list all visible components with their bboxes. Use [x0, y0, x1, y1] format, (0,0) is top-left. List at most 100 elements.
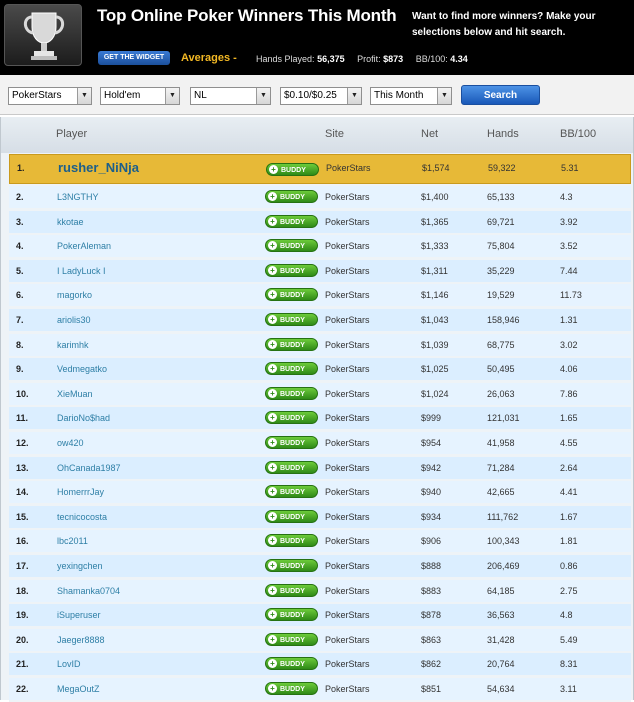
table-row[interactable]: 20. Jaeger8888 + BUDDY PokerStars $863 31,428 5…: [9, 628, 631, 653]
table-row[interactable]: 13. OhCanada1987 + BUDDY PokerStars $942 71,28…: [9, 456, 631, 481]
row-bb100: 1.81: [560, 536, 578, 547]
add-buddy-button[interactable]: + BUDDY: [265, 239, 318, 253]
player-name-link[interactable]: Vedmegatko: [57, 364, 107, 374]
add-buddy-button[interactable]: + BUDDY: [265, 313, 318, 326]
column-hands[interactable]: Hands: [487, 128, 519, 140]
player-name-link[interactable]: HomerrrJay: [57, 487, 104, 497]
table-row[interactable]: 5. I LadyLuck I + BUDDY PokerStars $1,311 35,2…: [9, 259, 631, 284]
player-name-link[interactable]: kkotae: [57, 217, 84, 227]
row-rank: 15.: [16, 511, 29, 522]
add-buddy-button[interactable]: + BUDDY: [265, 411, 318, 425]
row-bb100: 8.31: [560, 659, 578, 670]
table-row[interactable]: 11. DarioNo$had + BUDDY PokerStars $999 121,03…: [9, 407, 631, 432]
add-buddy-button[interactable]: + BUDDY: [265, 608, 318, 622]
buddy-label: BUDDY: [280, 489, 305, 497]
add-buddy-button[interactable]: + BUDDY: [265, 682, 318, 695]
column-net[interactable]: Net: [421, 128, 438, 140]
player-name-link[interactable]: LovID: [57, 659, 81, 669]
table-row[interactable]: 4. PokerAleman + BUDDY PokerStars $1,333 75,80…: [9, 235, 631, 260]
add-buddy-button[interactable]: + BUDDY: [265, 632, 318, 646]
add-buddy-button[interactable]: + BUDDY: [265, 337, 318, 351]
table-row[interactable]: 9. Vedmegatko + BUDDY PokerStars $1,025 50,495…: [9, 358, 631, 383]
column-site[interactable]: Site: [325, 128, 344, 140]
row-site: PokerStars: [325, 265, 370, 276]
table-row[interactable]: 8. karimhk + BUDDY PokerStars $1,039 68,775 3.0…: [9, 333, 631, 358]
site-select[interactable]: PokerStars ▼: [8, 87, 92, 105]
table-row[interactable]: 2. L3NGTHY + BUDDY PokerStars $1,400 65,133 4.3: [9, 186, 631, 210]
add-buddy-button[interactable]: + BUDDY: [266, 163, 319, 176]
table-row[interactable]: 17. yexingchen + BUDDY PokerStars $888 206,469…: [9, 555, 631, 579]
player-name-link[interactable]: ariolis30: [57, 315, 91, 325]
player-name-link[interactable]: MegaOutZ: [57, 684, 100, 694]
player-name-link[interactable]: magorko: [57, 290, 92, 300]
player-name-link[interactable]: yexingchen: [57, 561, 103, 571]
add-buddy-button[interactable]: + BUDDY: [265, 460, 318, 474]
table-row[interactable]: 10. XieMuan + BUDDY PokerStars $1,024 26,063 7.…: [9, 382, 631, 407]
table-row[interactable]: 19. iSuperuser + BUDDY PokerStars $878 36,563 4…: [9, 604, 631, 629]
add-buddy-button[interactable]: + BUDDY: [265, 436, 318, 449]
buddy-label: BUDDY: [280, 686, 305, 693]
table-row[interactable]: 6. magorko + BUDDY PokerStars $1,146 19,529 11.…: [9, 284, 631, 309]
table-row[interactable]: 21. LovID + BUDDY PokerStars $862 20,764 8.31: [9, 653, 631, 678]
stakes-select[interactable]: $0.10/$0.25 ▼: [280, 87, 362, 105]
player-name-link[interactable]: DarioNo$had: [57, 413, 110, 423]
row-hands: 69,721: [487, 216, 515, 227]
buddy-label: BUDDY: [280, 317, 305, 324]
table-row[interactable]: 1. rusher_NiNja + BUDDY PokerStars $1,574 59,3…: [9, 154, 631, 184]
row-site: PokerStars: [325, 487, 370, 498]
add-buddy-button[interactable]: + BUDDY: [265, 485, 318, 499]
table-row[interactable]: 3. kkotae + BUDDY PokerStars $1,365 69,721 3.92: [9, 210, 631, 235]
player-name-link[interactable]: Jaeger8888: [57, 635, 105, 645]
add-buddy-button[interactable]: + BUDDY: [265, 214, 318, 228]
row-bb100: 7.86: [560, 388, 578, 399]
column-player[interactable]: Player: [56, 128, 87, 140]
row-hands: 68,775: [487, 339, 515, 350]
game-select[interactable]: Hold'em ▼: [100, 87, 180, 105]
player-name-link[interactable]: karimhk: [57, 340, 89, 350]
player-name-link[interactable]: iSuperuser: [57, 610, 101, 620]
limit-select[interactable]: NL ▼: [190, 87, 271, 105]
table-row[interactable]: 12. ow420 + BUDDY PokerStars $954 41,958 4.55: [9, 432, 631, 456]
row-site: PokerStars: [325, 585, 370, 596]
player-name-link[interactable]: tecnicocosta: [57, 512, 107, 522]
buddy-label: BUDDY: [280, 538, 305, 546]
buddy-label: BUDDY: [280, 612, 305, 620]
row-site: PokerStars: [325, 561, 370, 571]
plus-icon: +: [268, 290, 277, 300]
player-name-link[interactable]: ow420: [57, 438, 84, 448]
get-widget-button[interactable]: GET THE WIDGET: [98, 51, 170, 65]
player-name-link[interactable]: I LadyLuck I: [57, 266, 106, 276]
add-buddy-button[interactable]: + BUDDY: [265, 583, 318, 597]
search-button[interactable]: Search: [461, 85, 540, 105]
table-row[interactable]: 14. HomerrrJay + BUDDY PokerStars $940 42,665 4…: [9, 481, 631, 506]
add-buddy-button[interactable]: + BUDDY: [265, 263, 318, 277]
buddy-label: BUDDY: [280, 440, 305, 447]
player-name-link[interactable]: rusher_NiNja: [58, 160, 139, 175]
add-buddy-button[interactable]: + BUDDY: [265, 288, 318, 302]
period-select[interactable]: This Month ▼: [370, 87, 452, 105]
add-buddy-button[interactable]: + BUDDY: [265, 559, 318, 572]
add-buddy-button[interactable]: + BUDDY: [265, 386, 318, 400]
add-buddy-button[interactable]: + BUDDY: [265, 190, 318, 203]
table-row[interactable]: 7. ariolis30 + BUDDY PokerStars $1,043 158,946…: [9, 309, 631, 333]
row-hands: 100,343: [487, 536, 520, 547]
table-row[interactable]: 16. lbc2011 + BUDDY PokerStars $906 100,343 1.8…: [9, 530, 631, 555]
buddy-label: BUDDY: [280, 194, 305, 201]
trophy-badge: [4, 4, 82, 66]
player-name-link[interactable]: PokerAleman: [57, 241, 111, 251]
buddy-label: BUDDY: [280, 513, 305, 521]
table-row[interactable]: 15. tecnicocosta + BUDDY PokerStars $934 111,7…: [9, 505, 631, 530]
player-name-link[interactable]: L3NGTHY: [57, 192, 99, 202]
player-name-link[interactable]: XieMuan: [57, 389, 93, 399]
table-row[interactable]: 22. MegaOutZ + BUDDY PokerStars $851 54,634 3.1…: [9, 678, 631, 702]
add-buddy-button[interactable]: + BUDDY: [265, 362, 318, 376]
player-name-link[interactable]: Shamanka0704: [57, 586, 120, 596]
plus-icon: +: [268, 315, 277, 324]
add-buddy-button[interactable]: + BUDDY: [265, 657, 318, 671]
add-buddy-button[interactable]: + BUDDY: [265, 534, 318, 548]
table-row[interactable]: 18. Shamanka0704 + BUDDY PokerStars $883 64,18…: [9, 579, 631, 604]
add-buddy-button[interactable]: + BUDDY: [265, 509, 318, 523]
player-name-link[interactable]: OhCanada1987: [57, 463, 121, 473]
column-bb100[interactable]: BB/100: [560, 128, 596, 140]
player-name-link[interactable]: lbc2011: [57, 536, 88, 546]
